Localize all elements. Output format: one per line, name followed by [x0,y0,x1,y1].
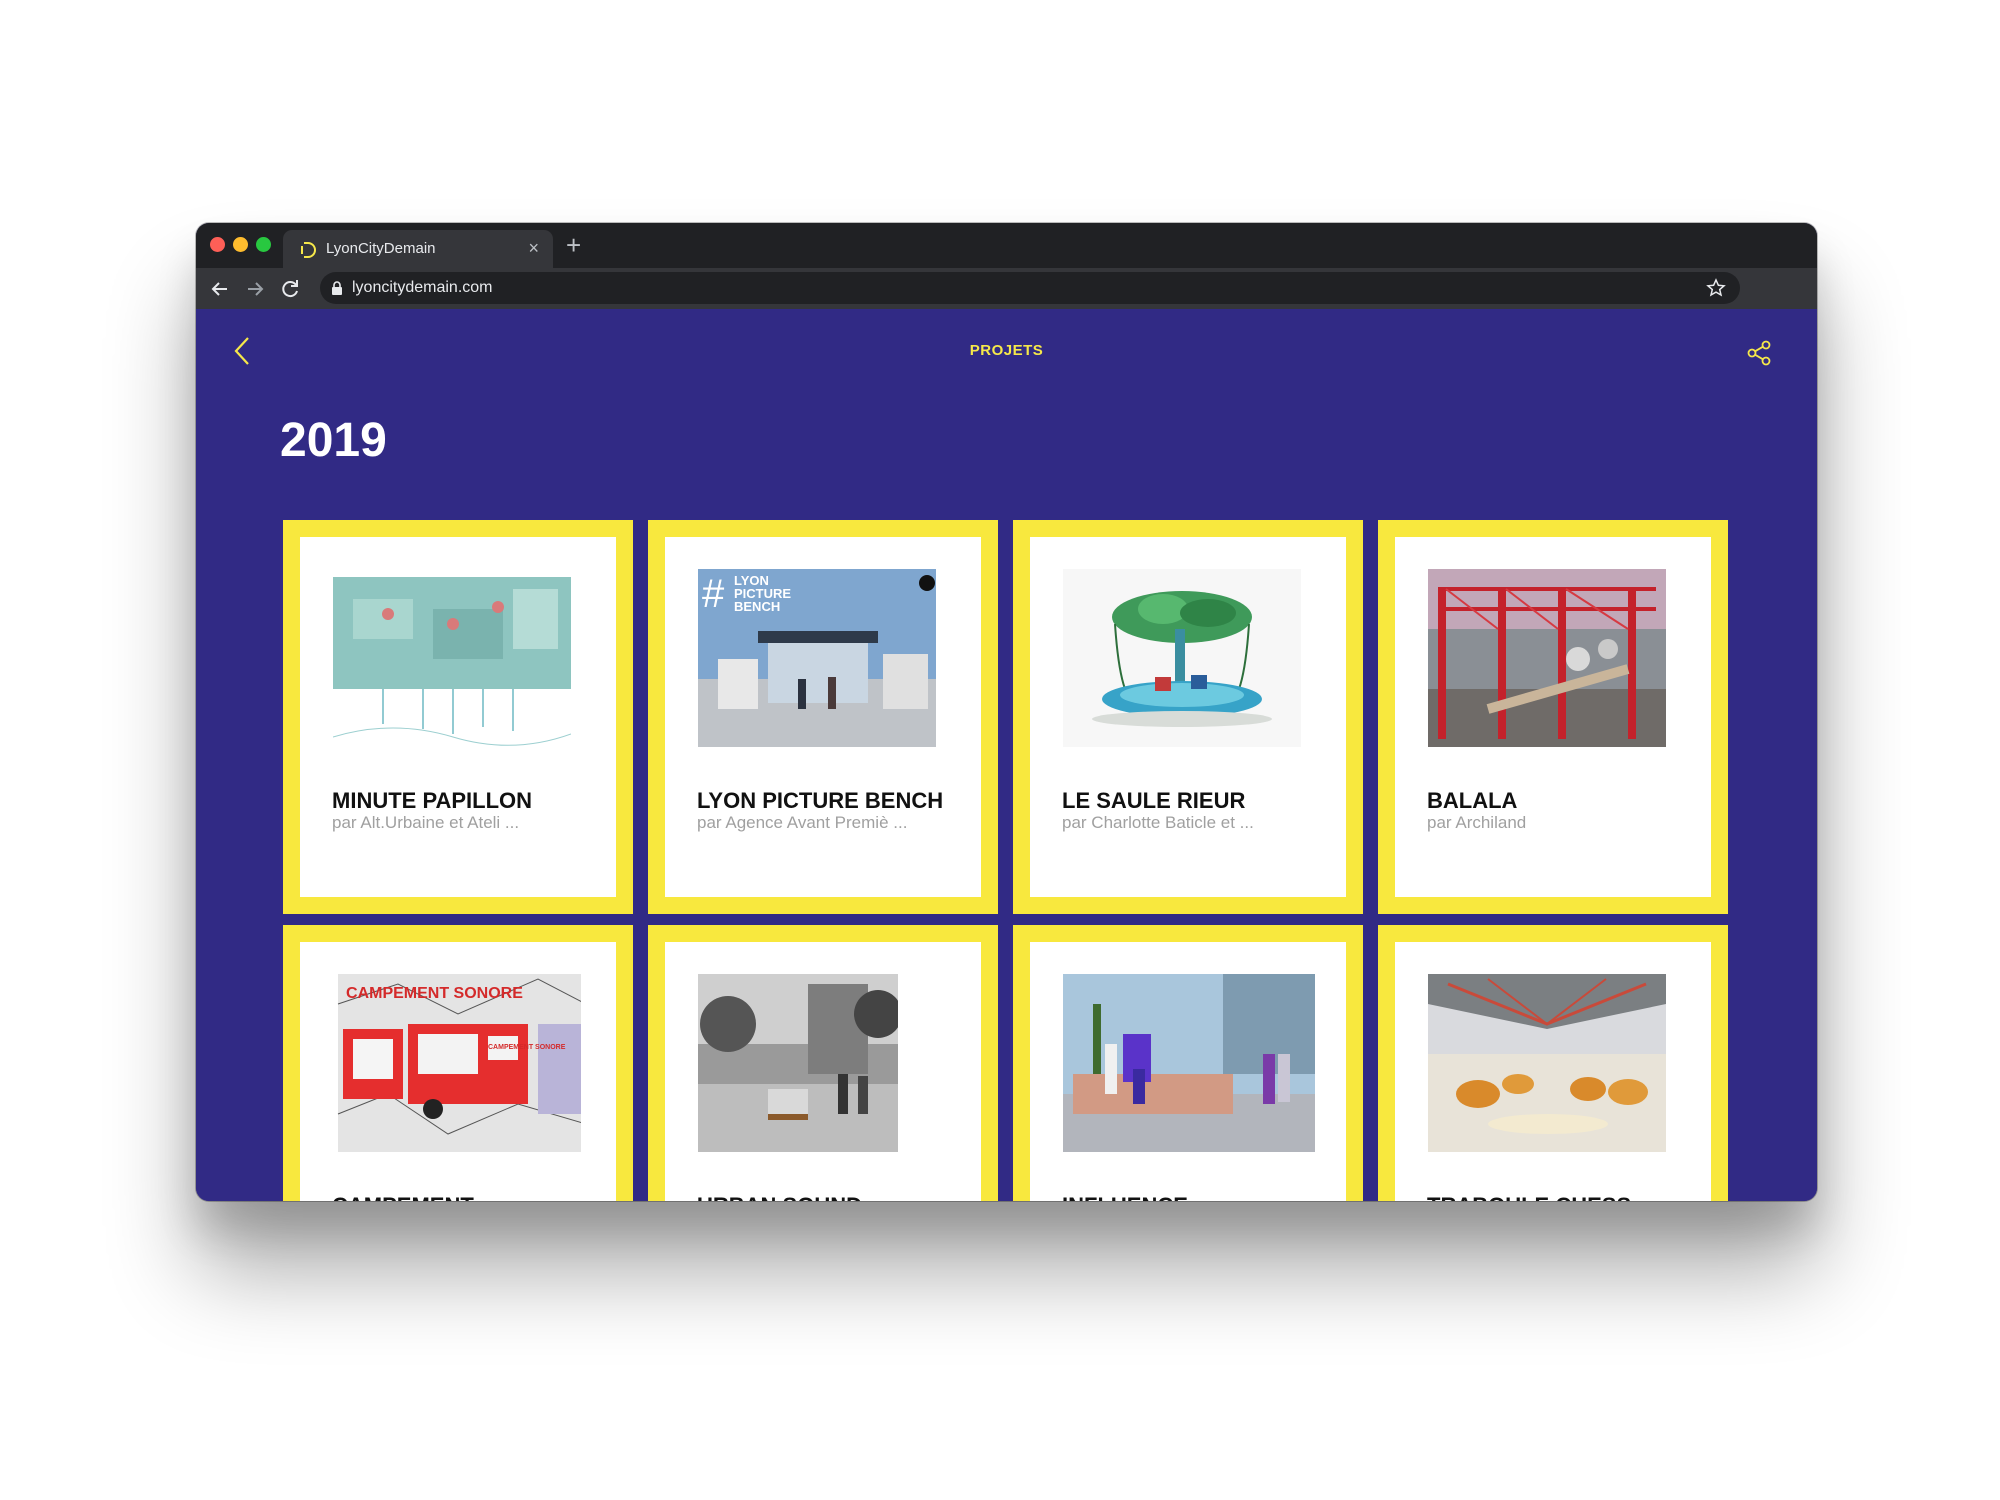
url-text: lyoncitydemain.com [352,279,493,296]
site-favicon-icon [301,242,316,258]
page-content: PROJETS 2019 MINUTE PAPILLON par Alt.Urb… [196,309,1817,1201]
project-card-minute-papillon[interactable]: MINUTE PAPILLON par Alt.Urbaine et Ateli… [283,520,633,914]
project-title: CAMPEMENT [332,1193,474,1201]
share-icon[interactable] [1745,339,1773,367]
project-title: TRABOULE CHESS [1427,1193,1631,1201]
project-title: BALALA [1427,788,1518,813]
new-tab-button[interactable]: + [566,232,581,258]
project-thumbnail-bench: # LYON PICTURE BENCH [698,569,936,747]
project-card-traboule-chess[interactable]: TRABOULE CHESS [1378,925,1728,1201]
project-thumbnail-balala [1428,569,1666,747]
window-minimize-button[interactable] [233,237,248,252]
tab-close-icon[interactable]: × [528,238,539,258]
page-title: PROJETS [969,342,1044,359]
window-close-button[interactable] [210,237,225,252]
project-subtitle: par Agence Avant Premiè ... [697,813,908,832]
tab-title: LyonCityDemain [326,240,436,257]
project-title: URBAN SOUND [697,1193,862,1201]
project-title: LE SAULE RIEUR [1062,788,1246,813]
project-title: INFLUENCE [1062,1193,1188,1201]
browser-window: LyonCityDemain × + lyoncitydemain.com PR… [196,223,1817,1201]
year-heading: 2019 [280,414,387,467]
project-thumbnail-campement: CAMPEMENT SONORE CAMPEMENT SONORE [337,974,581,1152]
project-card-urban-sound[interactable]: URBAN SOUND [648,925,998,1201]
browser-toolbar: lyoncitydemain.com [196,268,1817,309]
project-subtitle: par Archiland [1427,813,1527,832]
campement-trailer-label: CAMPEMENT SONORE [488,1044,566,1051]
forward-arrow-icon[interactable] [243,277,267,301]
project-card-influence[interactable]: INFLUENCE [1013,925,1363,1201]
project-thumbnail-urban-sound [698,974,898,1152]
project-title: LYON PICTURE BENCH [697,788,944,813]
project-subtitle: par Alt.Urbaine et Ateli ... [332,813,520,832]
project-subtitle: par Charlotte Baticle et ... [1062,813,1254,832]
bench-label-line-3: BENCH [734,599,780,614]
back-arrow-icon[interactable] [208,277,232,301]
lock-icon [332,281,342,295]
project-thumbnail-map [333,569,571,747]
project-card-balala[interactable]: BALALA par Archiland [1378,520,1728,914]
window-maximize-button[interactable] [256,237,271,252]
campement-thumb-label: CAMPEMENT SONORE [346,985,523,1002]
project-thumbnail-traboule-chess [1428,974,1666,1152]
project-card-lyon-picture-bench[interactable]: # LYON PICTURE BENCH LYON PICTURE BENCH … [648,520,998,914]
project-card-le-saule-rieur[interactable]: LE SAULE RIEUR par Charlotte Baticle et … [1013,520,1363,914]
reload-icon[interactable] [278,277,302,301]
tab-bar: LyonCityDemain × + [196,223,1817,268]
project-card-campement[interactable]: CAMPEMENT SONORE CAMPEMENT SONORE CAMPEM… [283,925,633,1201]
bench-hash-text: # [702,572,725,616]
project-thumbnail-influence [1063,974,1315,1152]
address-bar[interactable]: lyoncitydemain.com [320,272,1740,304]
bookmark-star-icon[interactable] [1706,278,1726,298]
project-title: MINUTE PAPILLON [332,788,533,813]
browser-tab[interactable]: LyonCityDemain × [283,230,553,268]
project-thumbnail-willow [1063,569,1301,747]
